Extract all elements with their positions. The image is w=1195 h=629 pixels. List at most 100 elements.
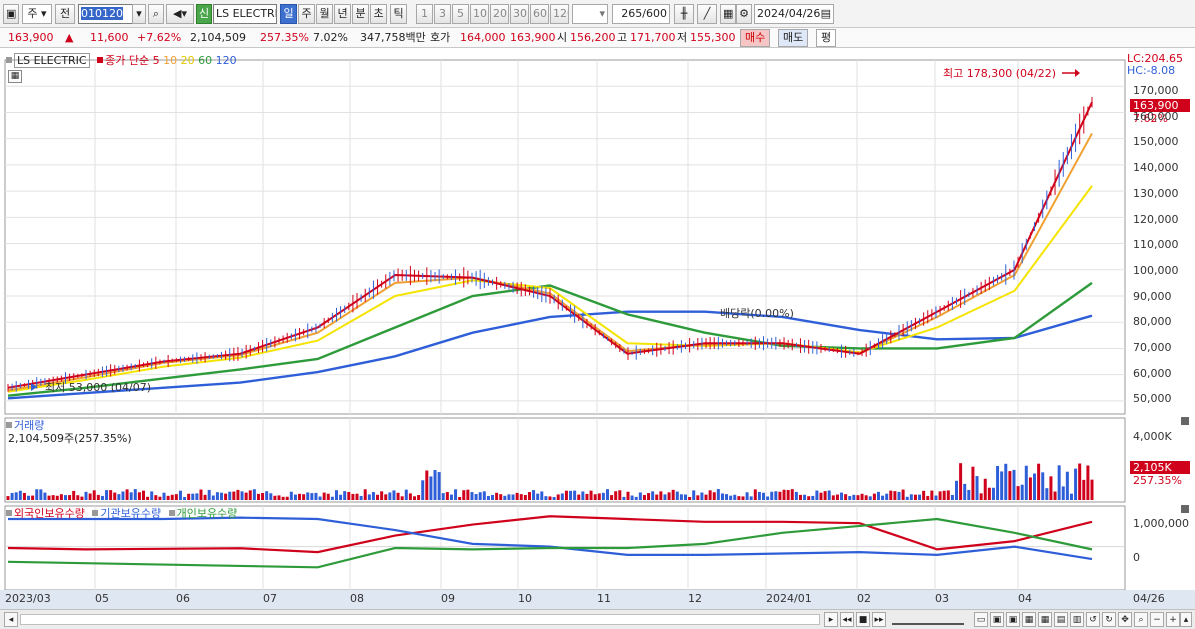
triangle-up-icon[interactable]: ▴: [1180, 612, 1192, 627]
period-button-5[interactable]: 초: [370, 4, 387, 24]
undo-icon[interactable]: ↺: [1086, 612, 1100, 627]
period-button-6[interactable]: 틱: [390, 4, 407, 24]
volume-bar: [704, 494, 708, 500]
market-select[interactable]: 주 ▾: [22, 4, 52, 24]
period-button-0[interactable]: 일: [280, 4, 297, 24]
volume-bar: [285, 496, 289, 500]
chart-scrollbar[interactable]: ◂ ▸ ◂◂ ■ ▸▸ ▭ ▣ ▣ ▦ ▦ ▤ ▥ ↺ ↻ ✥ ⌕ − + ▴: [0, 609, 1195, 629]
volume-bar: [466, 489, 470, 500]
minute-button-0[interactable]: 1: [416, 4, 433, 24]
buy-button[interactable]: 매수: [740, 29, 771, 47]
panel-close-icon[interactable]: [1181, 505, 1189, 513]
volume-bar: [355, 493, 359, 500]
sell-button[interactable]: 매도: [778, 29, 809, 47]
stop-icon[interactable]: ■: [856, 612, 870, 627]
volume-bar: [55, 495, 59, 500]
scroll-left-icon[interactable]: ◂: [4, 612, 18, 627]
volume-bar: [339, 494, 343, 500]
period-button-4[interactable]: 분: [352, 4, 369, 24]
volume-bar: [80, 496, 84, 500]
minute-button-7[interactable]: 120: [550, 4, 569, 24]
date-field[interactable]: 2024/04/26 ▤: [754, 4, 834, 24]
search-icon[interactable]: ⌕: [148, 4, 164, 24]
volume-bar: [725, 494, 729, 500]
zoom-out-icon[interactable]: −: [1150, 612, 1164, 627]
volume-bar: [1069, 493, 1073, 500]
volume-bar: [556, 494, 560, 500]
volume-bar: [503, 495, 507, 500]
zoom-search-icon[interactable]: ⌕: [1134, 612, 1148, 627]
chevron-down-icon[interactable]: ▾: [132, 4, 146, 24]
flat-button[interactable]: 평: [816, 29, 837, 47]
scroll-right-icon[interactable]: ▸: [824, 612, 838, 627]
volume-bar: [289, 491, 293, 500]
volume-bar: [749, 496, 753, 500]
chart-area[interactable]: LS ELECTRIC 종가 단순 5 10 20 60 120 ▦ LC:20…: [0, 48, 1195, 616]
price-chart-svg[interactable]: [0, 48, 1195, 609]
draw-tool-icon[interactable]: ╱: [697, 4, 717, 24]
minute-button-2[interactable]: 5: [452, 4, 469, 24]
period-button-1[interactable]: 주: [298, 4, 315, 24]
volume-bar: [532, 490, 536, 500]
candle-type-icon[interactable]: ╫: [674, 4, 694, 24]
volume-bar: [306, 492, 310, 500]
volume-bar: [790, 489, 794, 500]
new-badge: 신: [196, 4, 212, 24]
price-y-tick: 170,000: [1133, 84, 1179, 97]
zoom-slider[interactable]: [892, 614, 964, 625]
grid-icon[interactable]: ▦: [720, 4, 736, 24]
minute-button-6[interactable]: 60: [530, 4, 549, 24]
volume-bar: [191, 493, 195, 500]
rewind-icon[interactable]: ◂◂: [840, 612, 854, 627]
minute-button-3[interactable]: 10: [470, 4, 489, 24]
period-button-3[interactable]: 년: [334, 4, 351, 24]
interval-select[interactable]: ▾: [572, 4, 608, 24]
price-y-tick: 130,000: [1133, 186, 1179, 200]
volume-bar: [72, 490, 76, 500]
window-icon[interactable]: ▣: [1006, 612, 1020, 627]
scroll-track[interactable]: [20, 614, 820, 625]
grid-icon[interactable]: ▦: [1022, 612, 1036, 627]
fast-forward-icon[interactable]: ▸▸: [872, 612, 886, 627]
volume-bar: [371, 492, 375, 500]
ma-120-label: 120: [215, 54, 237, 67]
minute-button-4[interactable]: 20: [490, 4, 509, 24]
volume-bar: [363, 489, 367, 500]
table-icon[interactable]: ▥: [1070, 612, 1084, 627]
grid-icon[interactable]: ▦: [1038, 612, 1052, 627]
prev-button[interactable]: 전: [55, 4, 75, 24]
pan-icon[interactable]: ✥: [1118, 612, 1132, 627]
window-icon[interactable]: ▣: [3, 4, 19, 24]
volume-bar: [170, 494, 174, 500]
save-icon[interactable]: ▤: [1054, 612, 1068, 627]
ma-label: 종가 단순: [105, 54, 150, 67]
panel-close-icon[interactable]: [1181, 417, 1189, 425]
minute-button-5[interactable]: 30: [510, 4, 529, 24]
chevron-down-icon: ▾: [599, 7, 605, 20]
period-button-2[interactable]: 월: [316, 4, 333, 24]
count-field[interactable]: 265/600: [612, 4, 670, 24]
volume-bar: [659, 491, 663, 500]
redo-icon[interactable]: ↻: [1102, 612, 1116, 627]
volume-bar: [310, 493, 314, 500]
calculator-icon[interactable]: ▦: [8, 70, 22, 83]
layout-icon[interactable]: ▭: [974, 612, 988, 627]
window-icon[interactable]: ▣: [990, 612, 1004, 627]
volume-bar: [560, 493, 564, 500]
zoom-in-icon[interactable]: +: [1166, 612, 1180, 627]
gear-icon[interactable]: ⚙: [736, 4, 752, 24]
minute-button-1[interactable]: 3: [434, 4, 451, 24]
open-label: 시: [557, 31, 568, 44]
volume-bar: [548, 496, 552, 500]
volume-bar: [946, 490, 950, 500]
volume-bar: [585, 493, 589, 500]
price-panel-legend: LS ELECTRIC 종가 단순 5 10 20 60 120: [6, 52, 237, 68]
volume-bar: [129, 492, 133, 500]
volume-bar: [1090, 479, 1094, 500]
volume-bar: [232, 491, 236, 500]
legend-square-icon: [6, 422, 12, 428]
volume-bar: [429, 476, 433, 500]
volume-bar: [343, 491, 347, 500]
speaker-icon[interactable]: ◀▾: [166, 4, 194, 24]
volume-bar: [630, 495, 634, 500]
